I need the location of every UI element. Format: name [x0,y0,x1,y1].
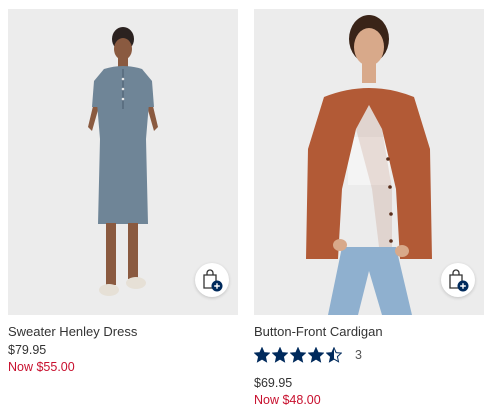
star-full-icon [290,347,306,363]
rating-stars [254,347,344,363]
product-image[interactable] [254,9,484,315]
product-name[interactable]: Sweater Henley Dress [8,324,238,340]
star-full-icon [272,347,288,363]
shopping-bag-add-icon [449,269,469,292]
sale-price: Now $55.00 [8,360,75,374]
add-to-bag-button[interactable] [441,263,475,297]
original-price: $69.95 [254,376,293,390]
sale-price: Now $48.00 [254,393,321,407]
star-full-icon [254,347,270,363]
product-card[interactable]: Button-Front Cardigan 3 $69.95 Now $48.0… [254,9,484,408]
product-name[interactable]: Button-Front Cardigan [254,324,484,340]
add-to-bag-button[interactable] [195,263,229,297]
original-price: $79.95 [8,343,47,357]
star-full-icon [308,347,324,363]
product-rating[interactable]: 3 [254,344,484,366]
product-image[interactable] [8,9,238,315]
review-count: 3 [355,348,362,362]
product-card[interactable]: Sweater Henley Dress $79.95 Now $55.00 [8,9,238,375]
shopping-bag-add-icon [203,269,223,292]
star-half-icon [326,347,342,363]
